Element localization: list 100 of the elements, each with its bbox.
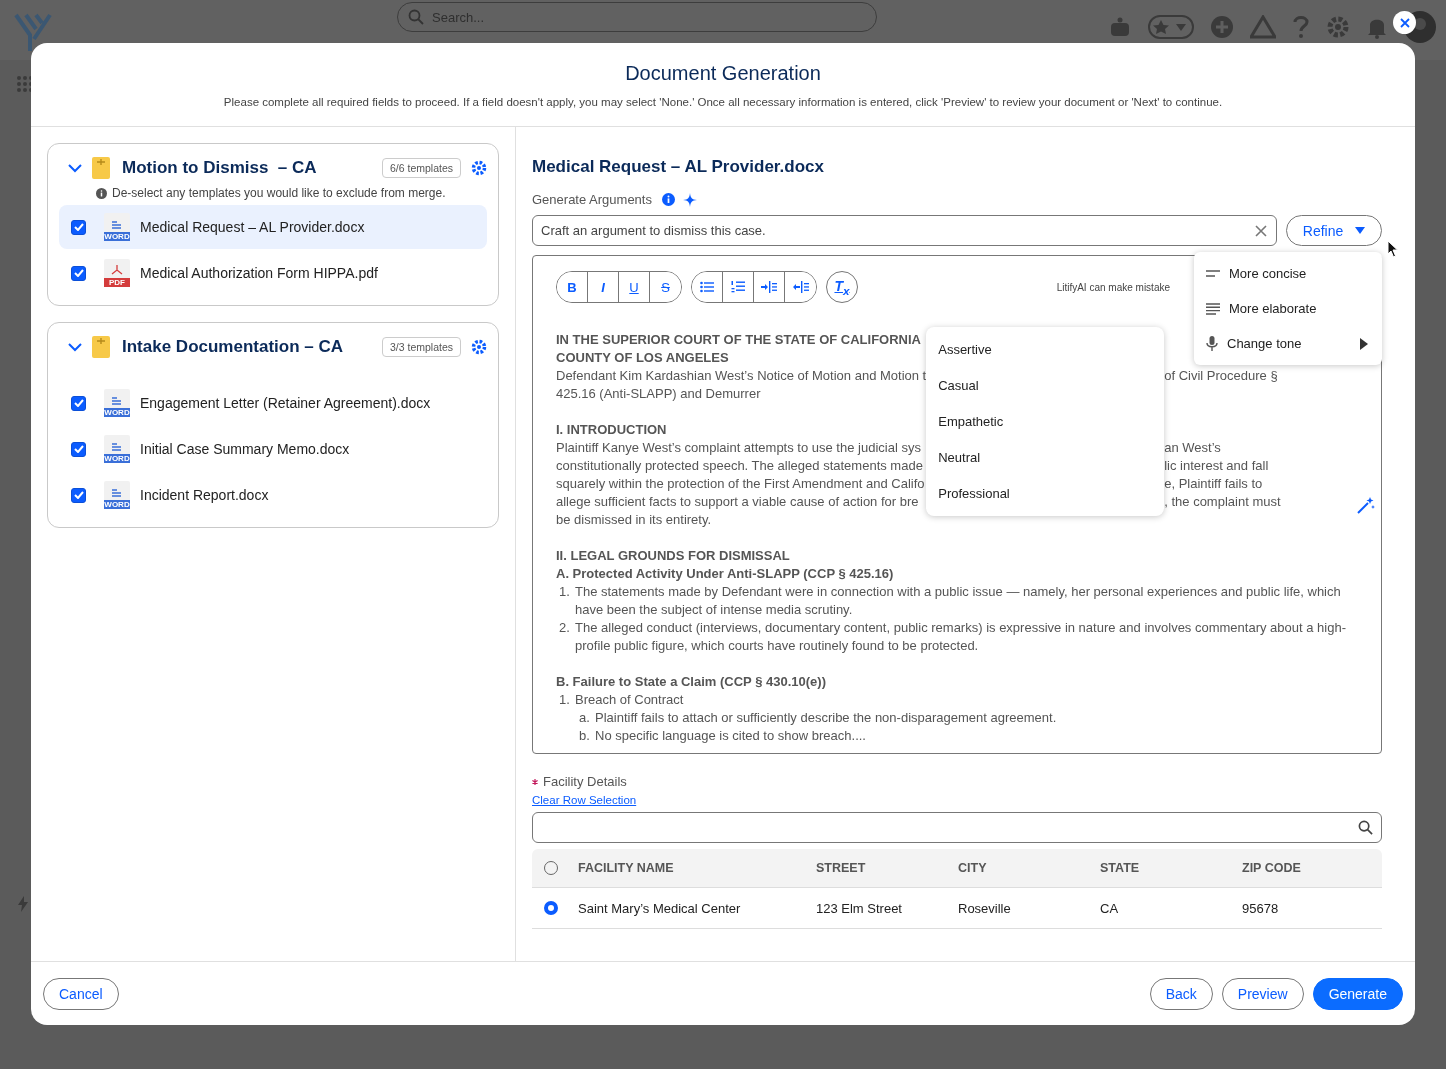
bullet-list-button[interactable] — [692, 272, 723, 302]
field-label: Facility Details — [543, 774, 627, 789]
tone-option[interactable]: Empathetic — [926, 404, 1165, 440]
template-count: 6/6 templates — [381, 158, 461, 178]
radio-button[interactable] — [544, 901, 558, 915]
table-search-field[interactable] — [532, 812, 1382, 843]
table-cell: 95678 — [1242, 900, 1279, 916]
numbered-list-icon — [731, 280, 745, 294]
search-icon — [408, 9, 424, 25]
list-marker: 1. — [559, 691, 571, 709]
document-title: Medical Request – AL Provider.docx — [532, 157, 825, 177]
footer-button[interactable]: Cancel — [43, 977, 119, 1010]
document-heading: B. Failure to State a Claim (CCP § 430.10(e)) — [556, 673, 827, 691]
document-text: allege sufficient facts to support a viable cause of action for bre — [556, 494, 919, 509]
group-title: Intake Documentation – CA — [122, 337, 344, 357]
document-text: , the complaint must — [1164, 494, 1281, 509]
microphone-icon — [1206, 336, 1218, 351]
chevron-icon[interactable] — [68, 342, 82, 352]
chevron-icon[interactable] — [68, 163, 82, 173]
template-row[interactable]: WORD Initial Case Summary Memo.docx — [59, 427, 487, 471]
document-text: Plaintiff Kanye West’s complaint attempts to use the judicial sys — [556, 440, 921, 455]
document-text: squarely within the protection of the First Amendment and Califo — [556, 476, 925, 491]
checkbox[interactable] — [71, 441, 86, 457]
checkbox[interactable] — [71, 219, 86, 235]
list-item-text: The statements made by Defendant were in connection with a public issue — namely, her personal experiences and public life, which have been the subject of intense media scrutiny. — [575, 583, 1342, 619]
list-marker: 2. — [559, 619, 571, 637]
template-row[interactable]: WORD Incident Report.docx — [59, 473, 487, 517]
table-cell-text: CA — [1100, 900, 1120, 916]
indent-icon — [761, 281, 777, 293]
tone-option[interactable]: Neutral — [926, 440, 1165, 476]
outdent-icon — [792, 281, 809, 293]
table-cell-text: Saint Mary’s Medical Center — [578, 900, 742, 916]
footer-button[interactable]: Back — [1149, 977, 1213, 1010]
refine-button[interactable]: Refine — [1286, 215, 1382, 246]
bullet-list-icon — [700, 281, 714, 293]
magic-wand-icon[interactable] — [1357, 496, 1375, 514]
submenu-arrow-icon — [1360, 337, 1368, 350]
menu-item[interactable]: Change tone — [1194, 326, 1382, 361]
list-item-text: No specific language is cited to show breach.... — [595, 727, 866, 745]
settings-icon[interactable] — [471, 160, 487, 176]
list-item-text: The alleged conduct (interviews, documentary content, public remarks) is expressive in nature and involves commentary about a high-profile public figure, which courts have routinely found to be protected. — [575, 619, 1347, 655]
document-text: COUNTY OF LOS ANGELES — [556, 350, 729, 365]
mouse-pointer-icon — [1387, 240, 1399, 258]
clear-selection-link[interactable]: Clear Row Selection — [532, 794, 637, 806]
clear-icon[interactable] — [1255, 225, 1267, 237]
format-button[interactable]: B — [557, 272, 588, 302]
file-icon: WORD — [104, 481, 130, 509]
disclaimer-text: LitifyAI can make mistake — [1056, 281, 1170, 293]
tone-option[interactable]: Assertive — [926, 332, 1165, 368]
close-icon — [1399, 17, 1410, 28]
checkbox[interactable] — [71, 265, 86, 281]
document-heading: II. LEGAL GROUNDS FOR DISMISSAL — [556, 547, 791, 565]
template-name: Incident Report.docx — [140, 487, 269, 503]
template-row[interactable]: WORD Medical Request – AL Provider.docx — [59, 205, 487, 249]
settings-icon[interactable] — [471, 339, 487, 355]
info-icon — [96, 187, 107, 199]
prompt-field[interactable]: Craft an argument to dismiss this case. — [532, 215, 1277, 246]
file-icon: WORD — [104, 389, 130, 417]
lines-icon — [1206, 302, 1220, 315]
checkbox[interactable] — [71, 395, 86, 411]
text-editor[interactable] — [532, 255, 1382, 754]
template-row[interactable]: PDF Medical Authorization Form HIPPA.pdf — [59, 251, 487, 295]
column-header: FACILITY NAME — [578, 861, 675, 875]
tone-option[interactable]: Professional — [926, 476, 1165, 512]
list-marker: a. — [579, 709, 591, 727]
caret-icon — [1355, 227, 1366, 234]
list-item-text: Plaintiff fails to attach or sufficiently describe the non-disparagement agreement. — [595, 709, 1057, 727]
document-heading: A. Protected Activity Under Anti-SLAPP (CCP § 425.16) — [556, 565, 895, 583]
info-icon[interactable] — [661, 193, 675, 206]
clear-format-button[interactable]: T$_{x}$ — [826, 271, 858, 303]
table-cell-text: Roseville — [958, 900, 1012, 916]
file-icon: PDF — [104, 259, 130, 287]
list-item-text: Breach of Contract — [575, 691, 684, 709]
instructions-text: Please complete all required fields to proceed. If a field doesn't apply, you may select 'None.' Once all necessary information is entered, click 'Preview' to review your document or 'Next' to continue. — [222, 96, 1224, 108]
folder-icon — [92, 157, 110, 179]
column-header: STREET — [816, 861, 867, 875]
star-dropdown-icon[interactable] — [1148, 15, 1194, 39]
list-marker: b. — [579, 727, 591, 745]
file-icon: WORD — [104, 213, 130, 241]
tone-option[interactable]: Casual — [926, 368, 1165, 404]
checkbox[interactable] — [71, 487, 86, 503]
field-label: Generate Arguments — [532, 192, 652, 207]
footer-button[interactable]: Preview — [1221, 977, 1304, 1010]
template-name: Initial Case Summary Memo.docx — [140, 441, 350, 457]
table-cell-text: 123 Elm Street — [816, 900, 903, 916]
menu-item[interactable]: More concise — [1194, 256, 1382, 291]
column-header: CITY — [958, 861, 988, 875]
group-title: Motion to Dismiss – CA — [122, 158, 317, 178]
document-text: an West’s — [1164, 440, 1221, 455]
document-text: e, Plaintiff fails to — [1164, 476, 1263, 491]
template-name: Medical Authorization Form HIPPA.pdf — [140, 265, 378, 281]
template-row[interactable]: WORD Engagement Letter (Retainer Agreement).docx — [59, 381, 487, 425]
short-lines-icon — [1206, 269, 1220, 278]
template-count: 3/3 templates — [381, 337, 461, 357]
column-header: ZIP CODE — [1242, 861, 1301, 875]
app-launcher-icon[interactable] — [17, 76, 33, 92]
footer-button[interactable]: Generate — [1312, 977, 1403, 1010]
menu-item[interactable]: More elaborate — [1194, 291, 1382, 326]
dialog-title: Document Generation — [624, 62, 822, 85]
list-marker: 1. — [559, 583, 571, 601]
